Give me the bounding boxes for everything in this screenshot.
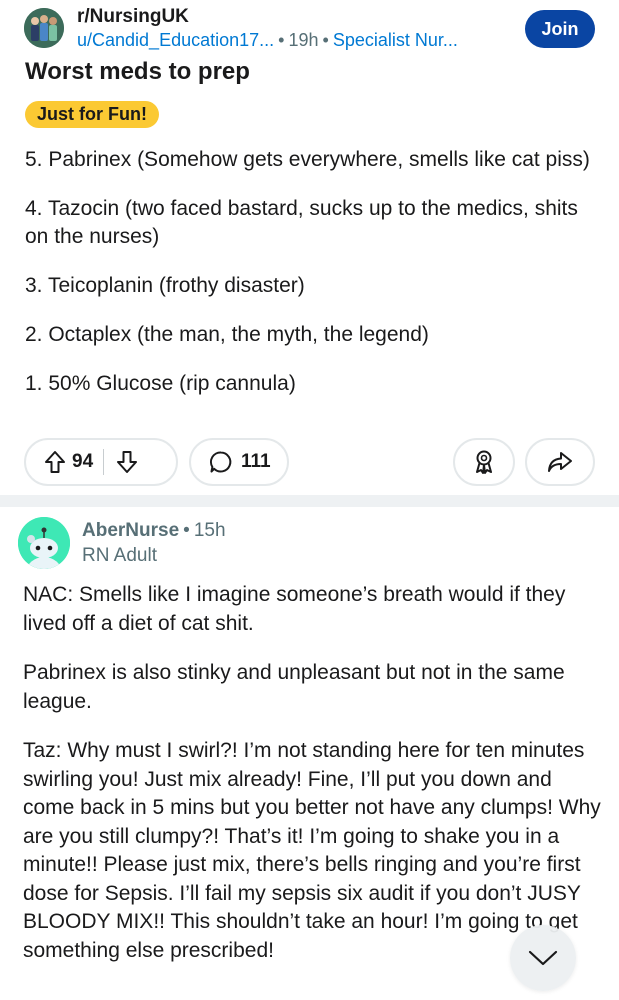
- subreddit-name[interactable]: r/NursingUK: [77, 6, 189, 28]
- comment-time: 15h: [193, 520, 226, 541]
- post-flair-category[interactable]: Specialist Nur...: [333, 30, 458, 50]
- post-body-line: 1. 50% Glucose (rip cannula): [25, 372, 296, 395]
- comments-button[interactable]: 111: [189, 438, 289, 486]
- award-button[interactable]: [453, 438, 515, 486]
- post-flair[interactable]: Just for Fun!: [25, 101, 159, 128]
- share-icon: [547, 451, 573, 473]
- post-meta: u/Candid_Education17... • 19h • Specialist N…: [77, 30, 458, 50]
- share-button[interactable]: [525, 438, 595, 486]
- upvote-count: 94: [72, 451, 94, 472]
- post-body-line: 5. Pabrinex (Somehow gets everywhere, sm…: [25, 148, 590, 171]
- comment-body: NAC: Smells like I imagine someone’s bre…: [23, 581, 603, 986]
- post-body-line: 3. Teicoplanin (frothy disaster): [25, 274, 305, 297]
- upvote-icon[interactable]: [44, 450, 66, 474]
- post-time: 19h: [288, 30, 319, 50]
- comment-meta: AberNurse • 15h: [82, 520, 226, 541]
- award-icon: [472, 449, 496, 475]
- post-title[interactable]: Worst meds to prep: [25, 58, 250, 86]
- comment-paragraph: NAC: Smells like I imagine someone’s bre…: [23, 583, 566, 635]
- subreddit-avatar[interactable]: [24, 8, 64, 48]
- commenter-avatar[interactable]: [18, 517, 70, 569]
- post-action-bar: 94 111: [24, 438, 595, 488]
- section-divider: [0, 495, 619, 507]
- post-body-line: 2. Octaplex (the man, the myth, the lege…: [25, 323, 429, 346]
- comment-paragraph: Pabrinex is also stinky and unpleasant b…: [23, 661, 565, 713]
- join-button[interactable]: Join: [525, 10, 595, 48]
- post-author[interactable]: u/Candid_Education17...: [77, 30, 274, 50]
- comment-icon: [209, 450, 233, 474]
- vote-control: 94: [24, 438, 178, 486]
- comment-paragraph: Taz: Why must I swirl?! I’m not standing…: [23, 739, 601, 962]
- scroll-down-button[interactable]: [510, 925, 576, 991]
- comment-author[interactable]: AberNurse: [82, 520, 179, 541]
- post-body: 5. Pabrinex (Somehow gets everywhere, sm…: [25, 146, 595, 419]
- comment-user-flair: RN Adult: [82, 545, 157, 566]
- downvote-icon[interactable]: [116, 450, 138, 474]
- post-header: r/NursingUK u/Candid_Education17... • 19h •…: [24, 4, 595, 50]
- vote-divider: [103, 449, 105, 475]
- comment-count: 111: [241, 451, 271, 472]
- post-body-line: 4. Tazocin (two faced bastard, sucks up …: [25, 197, 578, 248]
- chevron-down-icon: [528, 949, 558, 967]
